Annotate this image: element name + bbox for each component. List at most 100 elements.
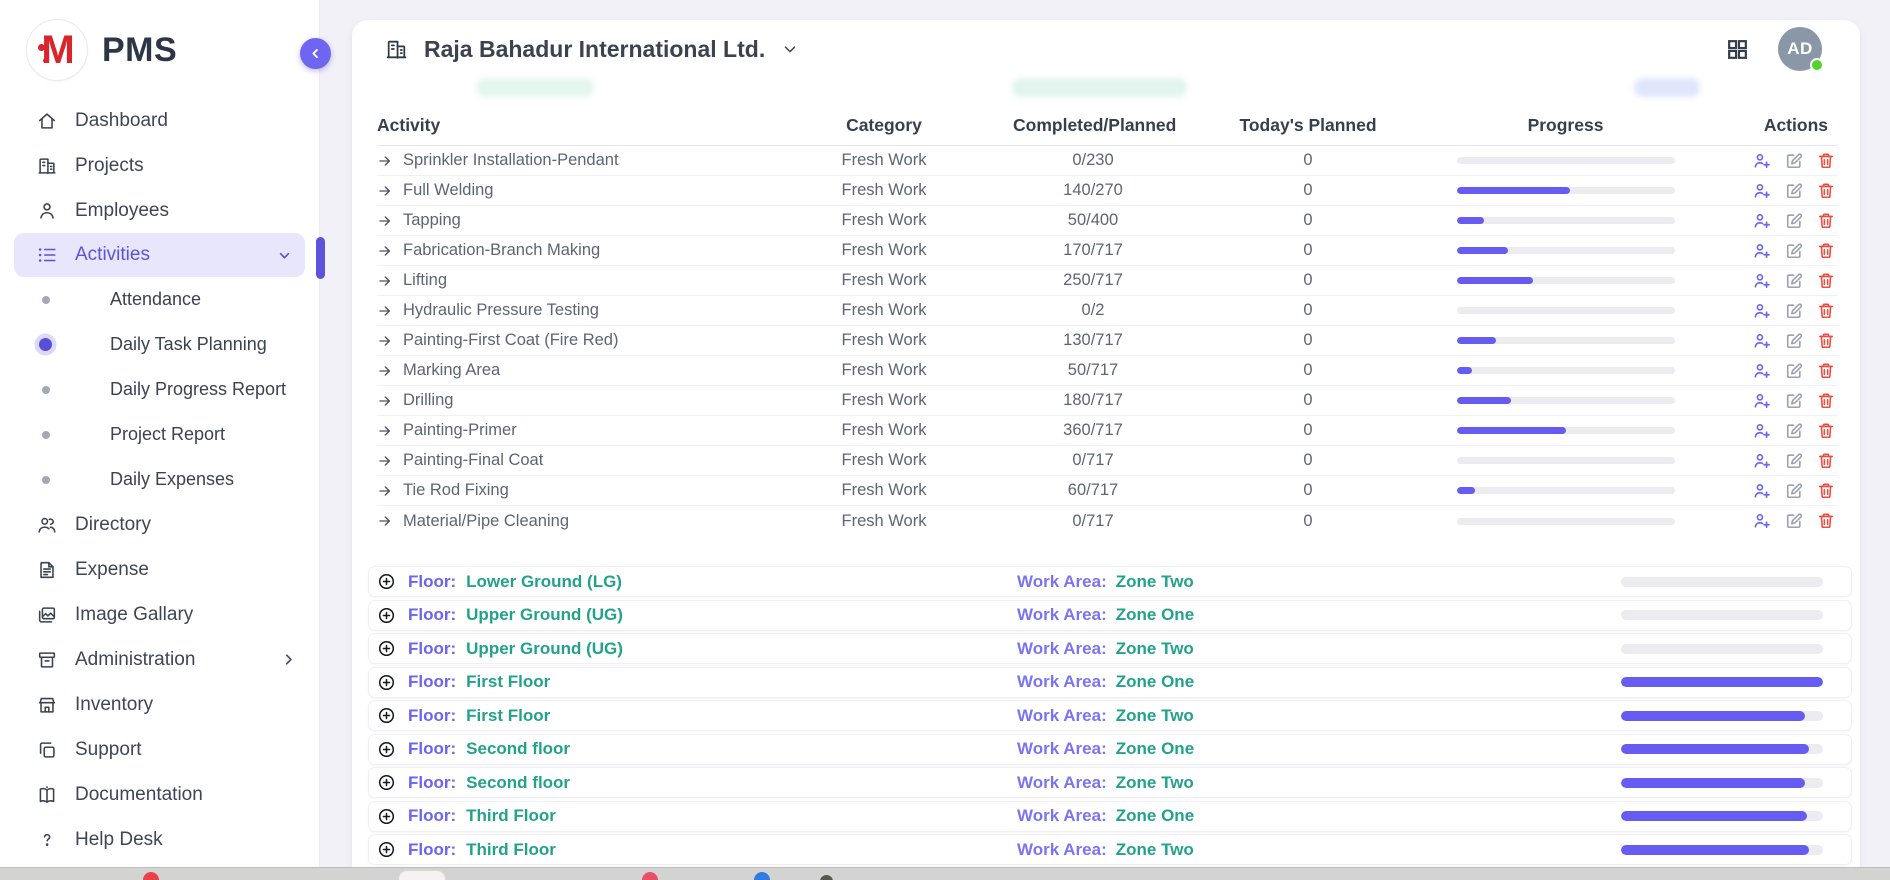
work-area-value: Zone Two	[1116, 572, 1194, 592]
expand-plus-icon[interactable]	[377, 807, 396, 826]
edit-button[interactable]	[1784, 451, 1804, 471]
sidebar-subitem-daily-progress-report[interactable]: Daily Progress Report	[0, 367, 319, 412]
sidebar-item-projects[interactable]: Projects	[0, 143, 319, 188]
delete-button[interactable]	[1816, 511, 1836, 531]
sidebar-item-administration[interactable]: Administration	[0, 637, 319, 682]
taskbar-icon[interactable]	[143, 872, 159, 880]
delete-button[interactable]	[1816, 361, 1836, 381]
assign-user-button[interactable]	[1752, 451, 1772, 471]
expand-plus-icon[interactable]	[377, 639, 396, 658]
delete-button[interactable]	[1816, 151, 1836, 171]
taskbar-icon[interactable]	[754, 872, 770, 880]
column-header-activity: Activity	[377, 115, 755, 136]
delete-button[interactable]	[1816, 271, 1836, 291]
sidebar-item-expense[interactable]: Expense	[0, 547, 319, 592]
edit-button[interactable]	[1784, 241, 1804, 261]
assign-user-button[interactable]	[1752, 211, 1772, 231]
user-avatar[interactable]: AD	[1778, 27, 1822, 71]
floor-progress-bar	[1621, 778, 1823, 788]
assign-user-button[interactable]	[1752, 181, 1772, 201]
sidebar-item-directory[interactable]: Directory	[0, 502, 319, 547]
sidebar-item-documentation[interactable]: Documentation	[0, 772, 319, 817]
category-cell: Fresh Work	[755, 271, 1013, 290]
delete-button[interactable]	[1816, 181, 1836, 201]
sidebar-item-dashboard[interactable]: Dashboard	[0, 98, 319, 143]
table-row: Full WeldingFresh Work140/2700	[377, 176, 1838, 206]
delete-button[interactable]	[1816, 241, 1836, 261]
content-header: Raja Bahadur International Ltd. AD	[352, 20, 1860, 78]
delete-button[interactable]	[1816, 391, 1836, 411]
expand-plus-icon[interactable]	[377, 572, 396, 591]
delete-button[interactable]	[1816, 451, 1836, 471]
sidebar-item-image-gallary[interactable]: Image Gallary	[0, 592, 319, 637]
assign-user-button[interactable]	[1752, 241, 1772, 261]
work-area-label: Work Area:	[1017, 639, 1107, 659]
expand-plus-icon[interactable]	[377, 606, 396, 625]
sidebar-item-activities[interactable]: Activities	[14, 233, 305, 277]
expand-plus-icon[interactable]	[377, 673, 396, 692]
edit-button[interactable]	[1784, 181, 1804, 201]
assign-user-button[interactable]	[1752, 361, 1772, 381]
assign-user-button[interactable]	[1752, 421, 1772, 441]
edit-button[interactable]	[1784, 271, 1804, 291]
edit-button[interactable]	[1784, 481, 1804, 501]
floor-label: Floor:	[408, 639, 456, 659]
floor-row[interactable]: Floor:Second floorWork Area:Zone One	[368, 734, 1852, 765]
taskbar-icon[interactable]	[398, 870, 446, 880]
building-icon	[36, 155, 58, 177]
assign-user-button[interactable]	[1752, 151, 1772, 171]
expand-plus-icon[interactable]	[377, 773, 396, 792]
floor-value: Second floor	[466, 773, 570, 793]
assign-user-button[interactable]	[1752, 511, 1772, 531]
floor-row[interactable]: Floor:Third FloorWork Area:Zone One	[368, 801, 1852, 832]
sidebar-subitem-attendance[interactable]: Attendance	[0, 277, 319, 322]
sidebar-item-support[interactable]: Support	[0, 727, 319, 772]
floor-row[interactable]: Floor:Upper Ground (UG)Work Area:Zone Tw…	[368, 633, 1852, 664]
sidebar-subitem-daily-expenses[interactable]: Daily Expenses	[0, 457, 319, 502]
assign-user-button[interactable]	[1752, 481, 1772, 501]
sidebar-subitem-daily-task-planning[interactable]: Daily Task Planning	[0, 322, 319, 367]
sidebar-item-inventory[interactable]: Inventory	[0, 682, 319, 727]
sidebar-item-employees[interactable]: Employees	[0, 188, 319, 233]
progress-bar-fill	[1457, 487, 1475, 494]
todays-planned-cell: 0	[1173, 211, 1443, 230]
assign-user-button[interactable]	[1752, 301, 1772, 321]
expand-plus-icon[interactable]	[377, 840, 396, 859]
category-cell: Fresh Work	[755, 512, 1013, 531]
delete-button[interactable]	[1816, 211, 1836, 231]
floor-group: Floor:Upper Ground (UG)	[377, 605, 1017, 625]
taskbar-icon[interactable]	[642, 872, 658, 880]
edit-button[interactable]	[1784, 301, 1804, 321]
expand-plus-icon[interactable]	[377, 740, 396, 759]
floor-row[interactable]: Floor:Third FloorWork Area:Zone Two	[368, 834, 1852, 865]
floor-row[interactable]: Floor:Lower Ground (LG)Work Area:Zone Tw…	[368, 566, 1852, 597]
floor-row[interactable]: Floor:First FloorWork Area:Zone Two	[368, 700, 1852, 731]
edit-button[interactable]	[1784, 151, 1804, 171]
floor-row[interactable]: Floor:First FloorWork Area:Zone One	[368, 667, 1852, 698]
sidebar-collapse-button[interactable]	[300, 38, 331, 69]
delete-button[interactable]	[1816, 331, 1836, 351]
company-selector[interactable]: Raja Bahadur International Ltd.	[384, 36, 799, 63]
delete-button[interactable]	[1816, 421, 1836, 441]
work-area-label: Work Area:	[1017, 806, 1107, 826]
expand-plus-icon[interactable]	[377, 706, 396, 725]
sidebar-subitem-project-report[interactable]: Project Report	[0, 412, 319, 457]
floor-row[interactable]: Floor:Upper Ground (UG)Work Area:Zone On…	[368, 600, 1852, 631]
assign-user-button[interactable]	[1752, 271, 1772, 291]
edit-button[interactable]	[1784, 331, 1804, 351]
sidebar-item-label: Employees	[75, 200, 169, 222]
assign-user-button[interactable]	[1752, 391, 1772, 411]
assign-user-button[interactable]	[1752, 331, 1772, 351]
apps-grid-icon[interactable]	[1725, 37, 1750, 62]
edit-button[interactable]	[1784, 361, 1804, 381]
todays-planned-cell: 0	[1173, 241, 1443, 260]
delete-button[interactable]	[1816, 481, 1836, 501]
edit-button[interactable]	[1784, 421, 1804, 441]
edit-button[interactable]	[1784, 391, 1804, 411]
edit-button[interactable]	[1784, 211, 1804, 231]
floor-row[interactable]: Floor:Second floorWork Area:Zone Two	[368, 767, 1852, 798]
delete-button[interactable]	[1816, 301, 1836, 321]
edit-button[interactable]	[1784, 511, 1804, 531]
sidebar-item-help-desk[interactable]: Help Desk	[0, 817, 319, 862]
floor-value: First Floor	[466, 672, 550, 692]
